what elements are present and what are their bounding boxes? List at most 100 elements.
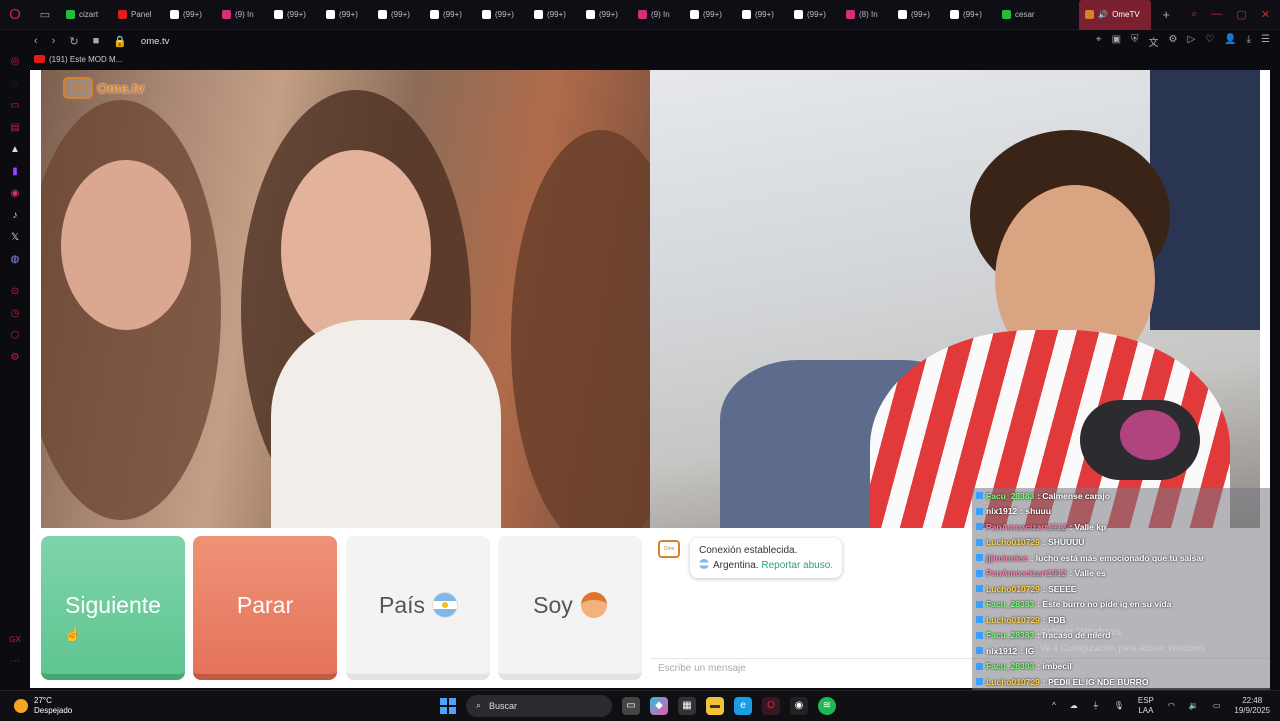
tab-item[interactable]: (8) In (840, 0, 892, 30)
tab-item[interactable]: (99+) (944, 0, 996, 30)
pin-icon[interactable]: ⌖ (1096, 34, 1102, 49)
sidebar-gx-icon[interactable]: GX (0, 628, 30, 650)
sidebar-chat-icon[interactable]: ▭ (0, 94, 30, 116)
maximize-icon[interactable]: ▢ (1236, 8, 1246, 21)
tab-item[interactable]: (99+) (580, 0, 632, 30)
forward-icon[interactable]: › (52, 35, 56, 48)
tab-item[interactable]: (9) In (632, 0, 684, 30)
tab-item[interactable]: (99+) (372, 0, 424, 30)
wifi-icon[interactable]: ◠ (1168, 701, 1175, 710)
battery-icon[interactable]: ▭ (1213, 701, 1221, 710)
tab-item[interactable]: (99+) (476, 0, 528, 30)
minimize-icon[interactable]: — (1211, 8, 1222, 21)
tab-favicon-icon (794, 10, 803, 19)
cloud-icon[interactable]: ☁ (1070, 701, 1078, 710)
tab-item[interactable]: (99+) (736, 0, 788, 30)
url-field[interactable]: ome.tv (141, 36, 170, 47)
tab-item[interactable]: cizart (60, 0, 112, 30)
sidebar-x-icon[interactable]: 𝕏 (0, 226, 30, 248)
new-tab-icon[interactable]: + (1151, 0, 1181, 30)
easy-setup-icon[interactable]: ⚙ (1169, 34, 1178, 49)
tab-item[interactable]: (99+) (528, 0, 580, 30)
shirt-center (271, 320, 501, 528)
tab-item[interactable]: cesar (996, 0, 1048, 30)
clock[interactable]: 22:48 19/9/2025 (1234, 696, 1270, 716)
bookmark-item[interactable]: (191) Este MOD M... (49, 55, 122, 64)
tab-item[interactable]: (99+) (320, 0, 372, 30)
search-tabs-icon[interactable]: ⌕ (1191, 8, 1197, 21)
sidebar-delta-icon[interactable]: ▲ (0, 138, 30, 160)
speaker-icon[interactable]: 🔊 (1098, 10, 1108, 19)
taskbar-search[interactable]: ⌕ Buscar (466, 694, 612, 717)
task-view-icon[interactable]: ▭ (622, 696, 640, 715)
sidebar-more-icon[interactable]: ⋯ (0, 650, 30, 672)
windows-start-icon[interactable] (440, 697, 456, 714)
reload-icon[interactable]: ↻ (69, 35, 78, 48)
sidebar-messenger-icon[interactable]: ◌ (0, 72, 30, 94)
copilot-icon[interactable]: ◆ (650, 696, 668, 715)
account-icon[interactable]: 👤 (1224, 34, 1236, 49)
sidebar-history-icon[interactable]: ◷ (0, 302, 30, 324)
tab-item[interactable]: (99+) (424, 0, 476, 30)
tab-item[interactable]: Panel (112, 0, 164, 30)
tab-favicon-icon (430, 10, 439, 19)
tab-item[interactable]: (99+) (268, 0, 320, 30)
sidebar-instagram-icon[interactable]: ◉ (0, 182, 30, 204)
tab-favicon-icon (378, 10, 387, 19)
tab-item[interactable]: (99+) (788, 0, 840, 30)
next-button[interactable]: Siguiente (41, 536, 185, 680)
snapshot-icon[interactable]: ▣ (1112, 34, 1121, 49)
tab-item[interactable]: (99+) (164, 0, 216, 30)
usb-icon[interactable]: ⏚ (1092, 700, 1100, 711)
close-icon[interactable]: ✕ (1261, 8, 1270, 21)
sidebar-discord-icon[interactable]: ◍ (0, 248, 30, 270)
chat-username: PanAmoacizart1912 (986, 568, 1067, 579)
sidebar-extensions-icon[interactable]: ⬡ (0, 324, 30, 346)
download-icon[interactable]: ⤓ (1247, 34, 1251, 49)
opera-sidebar: ◎ ◌ ▭ ▤ ▲ ▮ ◉ ♪ 𝕏 ◍ ⊙ ◷ ⬡ ⚙ GX ⋯ (0, 30, 30, 690)
sidebar-tiktok-icon[interactable]: ♪ (0, 204, 30, 226)
argentina-flag-icon (699, 559, 709, 569)
stop-button[interactable]: Parar (193, 536, 337, 680)
menu-icon[interactable]: ☰ (1261, 34, 1270, 49)
sidebar-twitch-icon[interactable]: ▮ (0, 160, 30, 182)
translate-icon[interactable]: 文 (1149, 34, 1159, 49)
back-icon[interactable]: ‹ (34, 35, 38, 48)
gender-button[interactable]: Soy (498, 536, 642, 680)
file-explorer-icon[interactable]: ▬ (706, 696, 724, 715)
play-icon[interactable]: ▷ (1187, 34, 1195, 49)
heart-icon[interactable]: ♡ (1205, 34, 1214, 49)
sidebar-settings-icon[interactable]: ⚙ (0, 346, 30, 368)
volume-icon[interactable]: 🔉 (1189, 701, 1199, 710)
weather-widget[interactable]: 27°C Despejado (0, 696, 200, 716)
chevron-up-icon[interactable]: ^ (1052, 701, 1056, 710)
chat-username: Facu_28383 (986, 490, 1035, 501)
store-icon[interactable]: ▦ (678, 696, 696, 715)
tab-favicon-icon (170, 10, 179, 19)
tab-item[interactable]: (9) In (216, 0, 268, 30)
platform-badge-icon (976, 554, 983, 562)
shield-icon[interactable]: ⛨ (1131, 34, 1139, 49)
sidebar-aria-icon[interactable]: ◎ (0, 50, 30, 72)
youtube-icon (34, 55, 45, 63)
camera-icon[interactable]: ■ (93, 35, 100, 48)
spotify-icon[interactable]: ≋ (818, 696, 836, 715)
chat-text: : IG (1020, 645, 1035, 656)
edge-icon[interactable]: e (734, 696, 752, 715)
language-indicator[interactable]: ESP LAA (1138, 696, 1154, 716)
opera-gx-icon[interactable]: O (762, 696, 780, 715)
chat-username: Facu_28383 (986, 599, 1035, 610)
mic-tray-icon[interactable]: 🎙 (1114, 701, 1124, 710)
tab-item[interactable]: (99+) (892, 0, 944, 30)
sidebar-player-icon[interactable]: ⊙ (0, 280, 30, 302)
stream-chat-overlay: Facu_28383: Calmense carajo nix1912: shuu… (972, 488, 1270, 720)
tab-ometv[interactable]: 🔊 OmeTV (1079, 0, 1152, 30)
toolbar-icons: ⌖ ▣ ⛨ 文 ⚙ ▷ ♡ 👤 ⤓ ☰ (1096, 34, 1280, 49)
report-abuse-link[interactable]: Reportar abuso. (761, 560, 833, 571)
tab-overview-icon[interactable]: ▭ (30, 0, 60, 30)
opera-logo-icon[interactable]: O (0, 0, 30, 30)
country-button[interactable]: País (346, 536, 490, 680)
obs-icon[interactable]: ◉ (790, 696, 808, 715)
sidebar-mail-icon[interactable]: ▤ (0, 116, 30, 138)
tab-item[interactable]: (99+) (684, 0, 736, 30)
